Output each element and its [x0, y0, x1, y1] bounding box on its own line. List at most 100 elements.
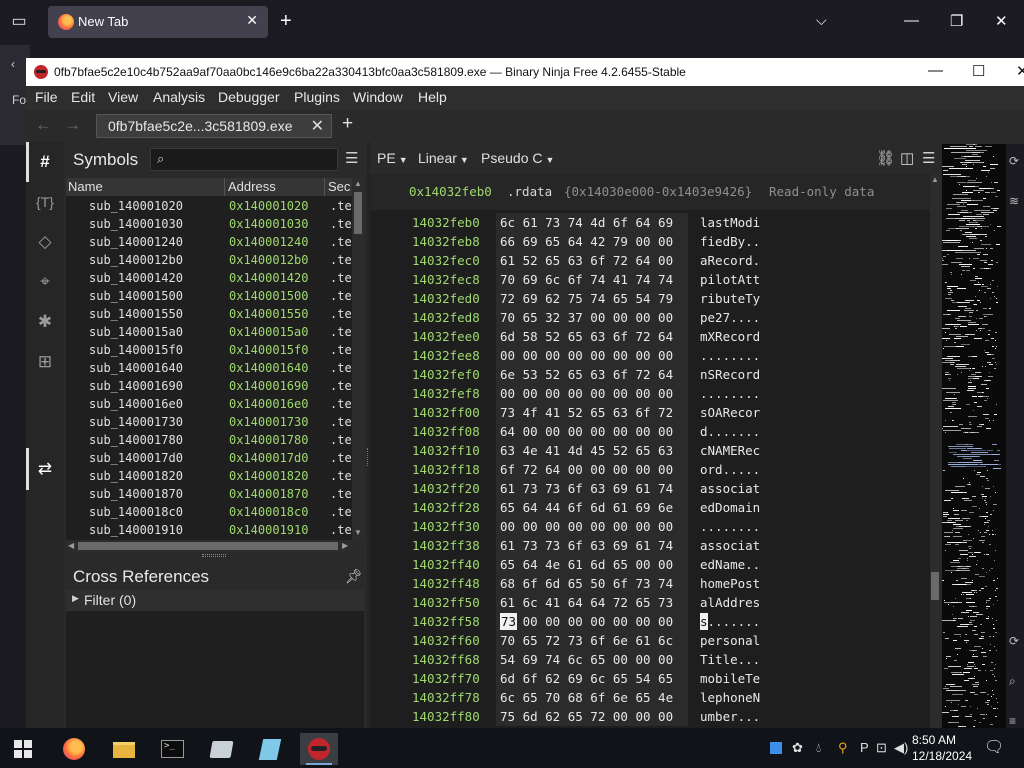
symbol-row[interactable]: sub_140001690 0x140001690 .te [66, 378, 352, 396]
hex-row-bytes[interactable]: 61 73 73 6f 63 69 61 74 [496, 536, 688, 555]
hex-row-bytes[interactable]: 61 52 65 63 6f 72 64 00 [496, 251, 688, 270]
disk-utility-icon[interactable] [202, 733, 240, 765]
hex-row[interactable]: 14032ff20 61 73 73 6f 63 69 61 74 associat [370, 479, 930, 498]
symbol-row[interactable]: sub_140001500 0x140001500 .te [66, 288, 352, 306]
hex-row[interactable]: 14032fed0 72 69 62 75 74 65 54 79 ributeTy [370, 289, 930, 308]
hex-row-ascii[interactable]: edDomain [700, 500, 760, 515]
hex-row[interactable]: 14032fec8 70 69 6c 6f 74 41 74 74 pilotAtt [370, 270, 930, 289]
hex-row-bytes[interactable]: 65 64 44 6f 6d 61 69 6e [496, 498, 688, 517]
view-type-dropdown[interactable]: PE ▼ [377, 150, 408, 166]
hex-row-bytes[interactable]: 66 69 65 64 42 79 00 00 [496, 232, 688, 251]
hex-row-ascii[interactable]: cNAMERec [700, 443, 760, 458]
symbol-row[interactable]: sub_140001820 0x140001820 .te [66, 468, 352, 486]
cross-reference-icon[interactable]: ⇄ [34, 458, 56, 480]
symbols-icon[interactable]: # [34, 151, 56, 173]
hex-row-ascii[interactable]: aRecord. [700, 253, 760, 268]
close-icon[interactable]: ✕ [311, 116, 324, 136]
terminal-icon[interactable]: >_ [153, 733, 191, 765]
hex-row-bytes[interactable]: 00 00 00 00 00 00 00 00 [496, 517, 688, 536]
symbol-row[interactable]: sub_140001030 0x140001030 .te [66, 216, 352, 234]
hex-row[interactable]: 14032ff00 73 4f 41 52 65 63 6f 72 sOARecor [370, 403, 930, 422]
link-icon[interactable]: ⛓ [876, 149, 895, 167]
tags-icon[interactable]: ◇ [34, 231, 56, 253]
ascii-cursor[interactable]: s [700, 613, 708, 630]
hex-row-bytes[interactable]: 6c 61 73 74 4d 6f 64 69 [496, 213, 688, 232]
hex-row-ascii[interactable]: Title... [700, 652, 760, 667]
symbol-row[interactable]: sub_140001020 0x140001020 .te [66, 198, 352, 216]
hex-row-ascii[interactable]: ributeTy [700, 291, 760, 306]
hex-row-bytes[interactable]: 64 00 00 00 00 00 00 00 [496, 422, 688, 441]
symbol-row[interactable]: sub_1400015f0 0x1400015f0 .te [66, 342, 352, 360]
hex-row-bytes[interactable]: 61 73 73 6f 63 69 61 74 [496, 479, 688, 498]
hex-row[interactable]: 14032ff48 68 6f 6d 65 50 6f 73 74 homePost [370, 574, 930, 593]
tab-overview-icon[interactable]: ▭ [8, 12, 30, 32]
menu-file[interactable]: File [35, 89, 58, 105]
hex-row[interactable]: 14032ff18 6f 72 64 00 00 00 00 00 ord..... [370, 460, 930, 479]
hex-row-bytes[interactable]: 73 00 00 00 00 00 00 00 [496, 612, 688, 631]
hex-row-ascii[interactable]: pilotAtt [700, 272, 760, 287]
hex-row-ascii[interactable]: homePost [700, 576, 760, 591]
hex-row[interactable]: 14032ff30 00 00 00 00 00 00 00 00........ [370, 517, 930, 536]
hex-row-ascii[interactable]: ........ [700, 348, 760, 363]
location-icon[interactable]: ⌖ [34, 271, 56, 293]
hex-row[interactable]: 14032ff70 6d 6f 62 69 6c 65 54 65 mobileTe [370, 669, 930, 688]
debugger-icon[interactable]: ✱ [34, 311, 56, 333]
scroll-right-icon[interactable]: ▶ [342, 541, 348, 550]
symbols-horizontal-scrollbar[interactable]: ◀ ▶ [66, 540, 352, 552]
menu-view[interactable]: View [108, 89, 138, 105]
scroll-up-icon[interactable]: ▲ [931, 175, 939, 184]
start-button[interactable] [14, 740, 32, 758]
hex-row[interactable]: 14032fed8 70 65 32 37 00 00 00 00 pe27.... [370, 308, 930, 327]
menu-edit[interactable]: Edit [71, 89, 95, 105]
hex-row[interactable]: 14032ff50 61 6c 41 64 64 72 65 73 alAddres [370, 593, 930, 612]
column-divider[interactable] [324, 178, 325, 196]
hex-row[interactable]: 14032feb0 6c 61 73 74 4d 6f 64 69 lastModi [370, 213, 930, 232]
back-icon[interactable]: ‹ [11, 57, 15, 71]
hex-row-bytes[interactable]: 6d 58 52 65 63 6f 72 64 [496, 327, 688, 346]
hex-row[interactable]: 14032ff40 65 64 4e 61 6d 65 00 00 edName.. [370, 555, 930, 574]
symbol-row[interactable]: sub_140001420 0x140001420 .te [66, 270, 352, 288]
hamburger-menu-icon[interactable]: ☰ [345, 149, 358, 167]
hex-row-bytes[interactable]: 70 65 32 37 00 00 00 00 [496, 308, 688, 327]
hex-row-ascii[interactable]: ........ [700, 519, 760, 534]
hex-vertical-scrollbar[interactable]: ▲ [930, 174, 940, 735]
hex-row-bytes[interactable]: 6f 72 64 00 00 00 00 00 [496, 460, 688, 479]
scroll-left-icon[interactable]: ◀ [68, 541, 74, 550]
scroll-up-icon[interactable]: ▲ [354, 179, 362, 188]
hex-row-ascii[interactable]: associat [700, 481, 760, 496]
symbols-search-input[interactable]: ⌕ [150, 148, 338, 171]
hex-row-ascii[interactable]: edName.. [700, 557, 760, 572]
hex-row-bytes[interactable]: 65 64 4e 61 6d 65 00 00 [496, 555, 688, 574]
hex-row-ascii[interactable]: fiedBy.. [700, 234, 760, 249]
symbol-row[interactable]: sub_1400015a0 0x1400015a0 .te [66, 324, 352, 342]
hex-row-ascii[interactable]: sOARecor [700, 405, 760, 420]
hex-row-ascii[interactable]: alAddres [700, 595, 760, 610]
hex-row-ascii[interactable]: associat [700, 538, 760, 553]
maximize-icon[interactable]: ☐ [972, 62, 985, 80]
binary-ninja-icon[interactable] [300, 733, 338, 765]
network-app-icon[interactable] [770, 742, 782, 754]
hex-row-ascii[interactable]: nSRecord [700, 367, 760, 382]
hex-row-bytes[interactable]: 00 00 00 00 00 00 00 00 [496, 346, 688, 365]
hex-row-ascii[interactable]: mobileTe [700, 671, 760, 686]
symbol-row[interactable]: sub_140001870 0x140001870 .te [66, 486, 352, 504]
forward-arrow-icon[interactable]: → [64, 115, 81, 135]
hex-row-bytes[interactable]: 61 6c 41 64 64 72 65 73 [496, 593, 688, 612]
hex-row[interactable]: 14032ff28 65 64 44 6f 6d 61 69 6e edDomain [370, 498, 930, 517]
hex-row-ascii[interactable]: mXRecord [700, 329, 760, 344]
xref-filter-toggle[interactable]: ▶ Filter (0) [66, 590, 364, 611]
add-tab-button[interactable]: + [342, 113, 353, 135]
menu-help[interactable]: Help [418, 89, 447, 105]
close-tab-icon[interactable]: ✕ [246, 12, 258, 29]
hex-row-bytes[interactable]: 75 6d 62 65 72 00 00 00 [496, 707, 688, 726]
hex-row-bytes[interactable]: 63 4e 41 4d 45 52 65 63 [496, 441, 688, 460]
hex-row[interactable]: 14032ff38 61 73 73 6f 63 69 61 74 associat [370, 536, 930, 555]
symbol-row[interactable]: sub_1400016e0 0x1400016e0 .te [66, 396, 352, 414]
hex-row-ascii[interactable]: ........ [700, 386, 760, 401]
hex-byte-cursor[interactable]: 73 [500, 613, 517, 630]
hex-row-bytes[interactable]: 73 4f 41 52 65 63 6f 72 [496, 403, 688, 422]
hex-row-bytes[interactable]: 6e 53 52 65 63 6f 72 64 [496, 365, 688, 384]
firefox-icon[interactable] [55, 733, 93, 765]
column-address[interactable]: Address [228, 179, 276, 194]
symbol-row[interactable]: sub_140001910 0x140001910 .te [66, 522, 352, 540]
